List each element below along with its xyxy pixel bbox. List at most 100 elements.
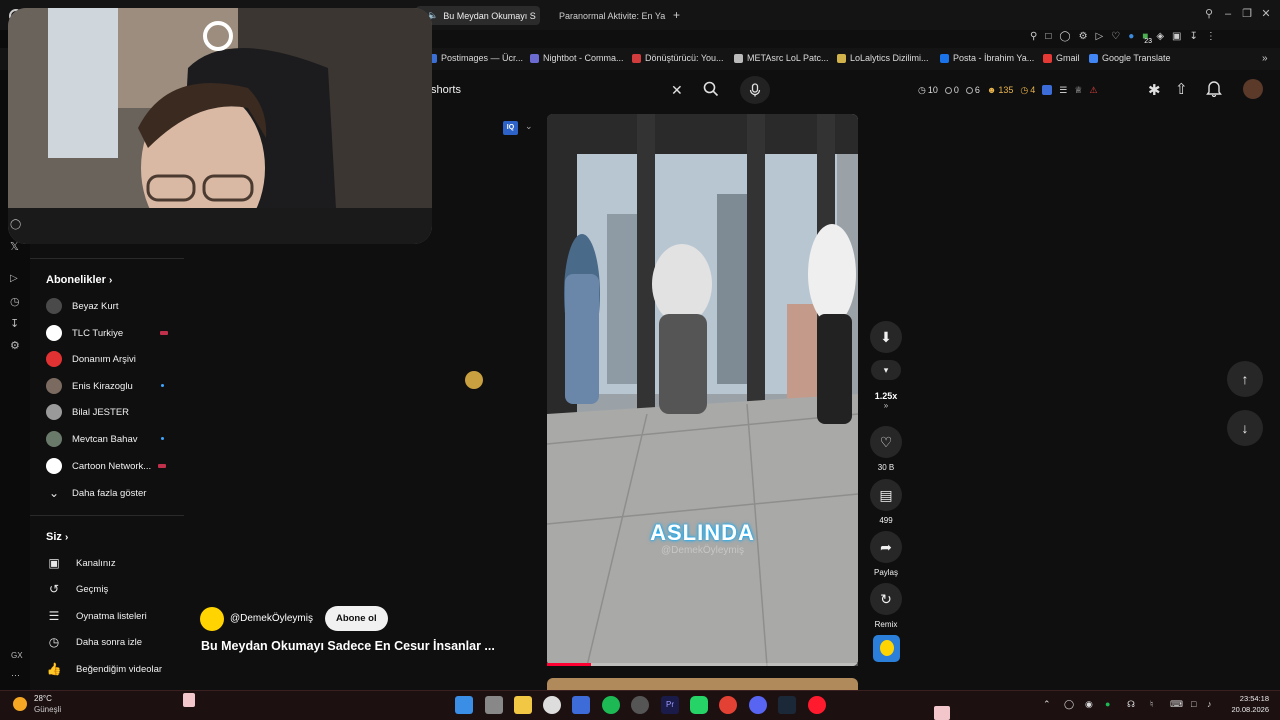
comments-button[interactable]: ▤ 499 (870, 479, 902, 525)
settings-icon[interactable] (543, 696, 561, 714)
download-icon[interactable]: ↧ (10, 317, 19, 330)
spotify-icon[interactable] (602, 696, 620, 714)
file-explorer-icon[interactable] (514, 696, 532, 714)
sidebar-item-channel[interactable]: ▣ Kanalınız (46, 554, 186, 572)
tray-keyboard-icon[interactable]: ⌨ (1170, 699, 1183, 710)
bookmark-item[interactable]: Postimages — Ücr... (428, 53, 523, 63)
trophy-icon[interactable]: ♕ (1074, 85, 1082, 96)
upload-icon[interactable]: ⇧ (1175, 80, 1188, 98)
whatsapp-icon[interactable] (690, 696, 708, 714)
maximize-icon[interactable]: ❐ (1241, 8, 1253, 20)
search-box[interactable] (424, 76, 692, 104)
opera-gx-icon[interactable] (808, 696, 826, 714)
search-icon[interactable] (702, 81, 720, 99)
steam-client-icon[interactable] (778, 696, 796, 714)
x-icon[interactable]: 𝕏 (10, 240, 19, 253)
subscription-item[interactable]: Bilal JESTER (46, 403, 176, 421)
bookmarks-more-icon[interactable]: » (1262, 53, 1268, 64)
tray-headset-icon[interactable]: ☊ (1127, 699, 1135, 710)
shield-icon[interactable]: ◯ (1059, 31, 1070, 42)
clear-search-icon[interactable]: ✕ (671, 82, 683, 99)
search-input[interactable]: shorts (431, 84, 461, 96)
premiere-icon[interactable]: Pr (661, 696, 679, 714)
subscription-item[interactable]: Donanım Arşivi (46, 350, 176, 368)
start-icon[interactable] (455, 696, 473, 714)
discord-icon[interactable] (749, 696, 767, 714)
subscription-item[interactable]: Cartoon Network... (46, 457, 176, 475)
subscriptions-header[interactable]: Abonelikler › (46, 274, 112, 286)
subscription-item[interactable]: Beyaz Kurt (46, 297, 176, 315)
player-icon[interactable]: ▷ (10, 273, 18, 284)
menu-icon[interactable]: ⋮ (1206, 31, 1216, 42)
bookmark-item[interactable]: Nightbot - Comma... (530, 53, 624, 63)
search-tabs-icon[interactable]: ⚲ (1203, 8, 1215, 20)
tray-network-icon[interactable]: □ (1191, 699, 1196, 709)
channel-avatar[interactable] (200, 606, 224, 631)
minimize-icon[interactable]: – (1222, 8, 1234, 20)
video-progress-bar[interactable] (547, 663, 858, 666)
instagram-icon[interactable]: ◯ (10, 219, 21, 230)
bookmark-item[interactable]: LoLalytics Dizilimi... (837, 53, 929, 63)
download-icon[interactable]: ↧ (1189, 31, 1197, 42)
extension-blue-icon[interactable] (1042, 85, 1053, 95)
subscribe-button[interactable]: Abone ol (324, 606, 388, 631)
gx-label[interactable]: GX (11, 651, 23, 660)
weather-temp[interactable]: 28°C (34, 694, 52, 703)
settings-icon[interactable]: ⚙ (1079, 31, 1088, 42)
you-header[interactable]: Siz › (46, 531, 68, 543)
bookmark-item[interactable]: Google Translate (1089, 53, 1171, 63)
alert-icon[interactable]: ⚠ (1089, 85, 1097, 96)
create-icon[interactable]: ✱ (1148, 81, 1161, 99)
task-view-icon[interactable] (485, 696, 503, 714)
avatar[interactable] (1243, 79, 1263, 99)
screenshot-icon[interactable]: □ (1045, 31, 1051, 42)
chevron-down-icon[interactable]: ⌄ (525, 121, 533, 132)
notifications-icon[interactable] (1206, 80, 1222, 102)
bookmark-item[interactable]: Dönüştürücü: You... (632, 53, 724, 63)
weather-icon[interactable] (13, 697, 27, 711)
history-icon[interactable]: ◷ (10, 295, 20, 308)
list-icon[interactable]: ☰ (1059, 85, 1067, 96)
sound-thumbnail[interactable] (873, 635, 900, 662)
sidebar-item-liked[interactable]: 👍 Beğendiğim videolar (46, 660, 186, 678)
extension-icon[interactable]: ◈ (1156, 31, 1164, 42)
bookmark-item[interactable]: METAsrc LoL Patc... (734, 53, 829, 63)
bookmark-item[interactable]: Gmail (1043, 53, 1080, 63)
more-options-button[interactable]: ▾ (870, 360, 902, 380)
tray-steam-icon[interactable]: ◉ (1085, 699, 1093, 710)
voice-search-button[interactable] (740, 76, 770, 104)
subscription-item[interactable]: Mevtcan Bahav (46, 430, 176, 448)
extension-badge-icon[interactable]: ■ 23 (1142, 31, 1152, 45)
channel-name[interactable]: @DemekÖyleymiş (230, 613, 313, 624)
tray-chevron-icon[interactable]: ⌃ (1043, 699, 1051, 710)
extension-iq-icon[interactable]: IQ (503, 121, 518, 135)
heart-icon[interactable]: ♡ (1111, 31, 1120, 42)
short-video-player[interactable] (547, 114, 858, 666)
subscription-item[interactable]: TLC Turkiye (46, 324, 176, 342)
puzzle-icon[interactable]: ▣ (1172, 31, 1181, 42)
settings-icon[interactable]: ⚙ (10, 339, 20, 352)
speed-button[interactable]: 1.25x » (870, 391, 902, 410)
clock-date[interactable]: 20.08.2026 (1229, 705, 1269, 714)
tray-app-icon[interactable]: ◯ (1064, 699, 1074, 710)
steam-icon[interactable] (631, 696, 649, 714)
tab-active[interactable]: 🔈 Bu Meydan Okumayı S (416, 6, 540, 25)
more-icon[interactable]: ⋯ (11, 670, 20, 681)
next-short-preview[interactable] (547, 678, 858, 690)
video-title[interactable]: Bu Meydan Okumayı Sadece En Cesur İnsanl… (201, 639, 501, 653)
clock-time[interactable]: 23:54:18 (1229, 694, 1269, 703)
sidebar-item-playlists[interactable]: ☰ Oynatma listeleri (46, 607, 186, 625)
play-icon[interactable]: ▷ (1096, 31, 1104, 42)
tray-mic-icon[interactable]: ♮ (1150, 699, 1153, 710)
bookmark-item[interactable]: Posta - İbrahim Ya... (940, 53, 1034, 63)
previous-short-button[interactable]: ↑ (1227, 361, 1263, 397)
like-button[interactable]: ♡ 30 B (870, 426, 902, 472)
close-icon[interactable]: ✕ (1260, 8, 1272, 20)
sidebar-item-watch-later[interactable]: ◷ Daha sonra izle (46, 633, 186, 651)
share-button[interactable]: ➦ Paylaş (870, 531, 902, 577)
chrome-icon[interactable] (719, 696, 737, 714)
extension-blue-icon[interactable]: ● (1128, 31, 1134, 42)
new-tab-button[interactable]: + (673, 8, 680, 22)
pin-icon[interactable]: ⚲ (1030, 31, 1037, 42)
next-short-button[interactable]: ↓ (1227, 410, 1263, 446)
